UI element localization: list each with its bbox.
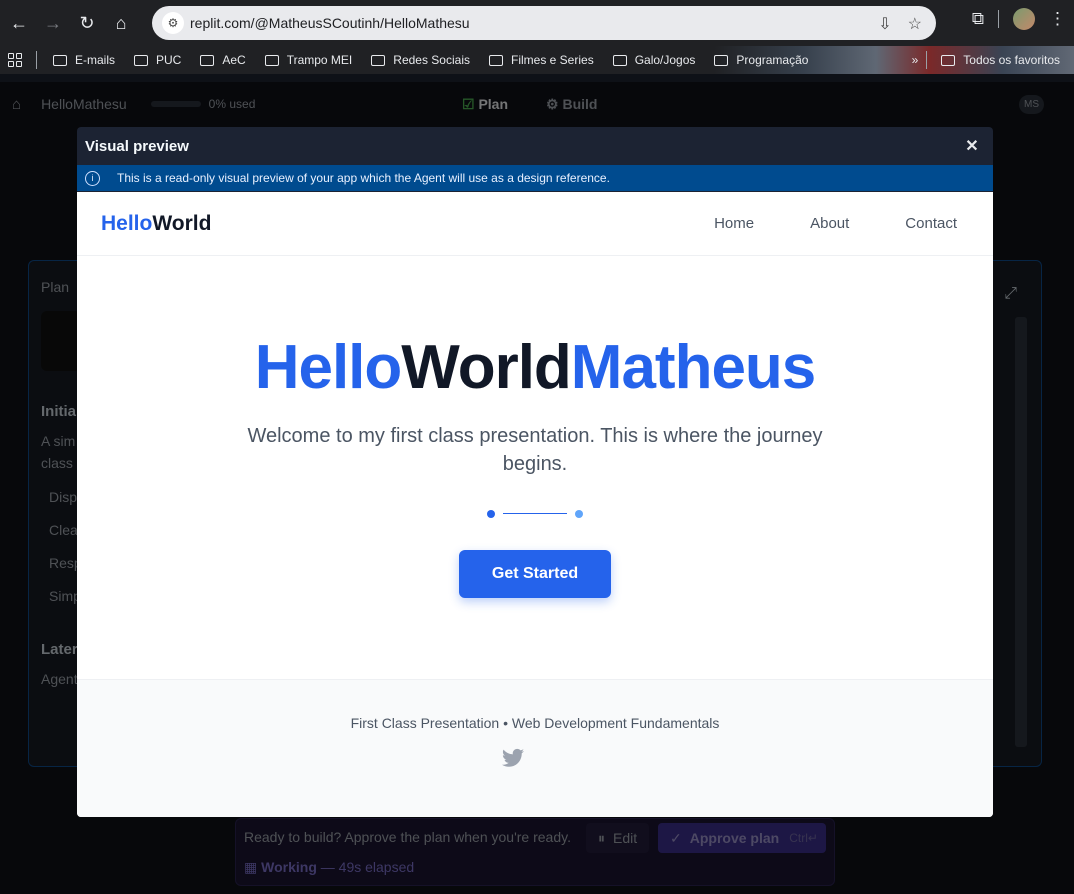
- folder-icon: [264, 54, 279, 66]
- bookmark-emails[interactable]: E-mails: [53, 53, 115, 67]
- bookmarks-divider: [926, 51, 928, 69]
- modal-header: Visual preview ✕: [77, 127, 993, 165]
- site-footer: First Class Presentation • Web Developme…: [77, 679, 993, 817]
- get-started-button[interactable]: Get Started: [459, 550, 611, 598]
- url-text[interactable]: replit.com/@MatheusSCoutinh/HelloMathesu: [190, 15, 470, 31]
- hero-subtitle: Welcome to my first class presentation. …: [247, 425, 823, 475]
- home-icon[interactable]: ⌂: [106, 8, 136, 38]
- nav-about-link[interactable]: About: [810, 215, 849, 232]
- visual-preview-modal: Visual preview ✕ i This is a read-only v…: [77, 127, 993, 817]
- install-app-icon[interactable]: ⇩: [878, 14, 891, 34]
- site-navbar: HelloWorld Home About Contact: [77, 192, 993, 256]
- site-settings-icon[interactable]: ⚙: [162, 12, 184, 34]
- close-icon[interactable]: ✕: [963, 137, 981, 155]
- modal-title: Visual preview: [85, 137, 189, 155]
- bookmark-trampo-mei[interactable]: Trampo MEI: [264, 53, 352, 67]
- profile-avatar[interactable]: [1013, 8, 1035, 30]
- info-icon: i: [85, 170, 100, 186]
- folder-icon: [53, 54, 67, 66]
- extensions-icon[interactable]: ⧉: [972, 9, 984, 29]
- info-banner: i This is a read-only visual preview of …: [77, 165, 993, 191]
- site-nav-links: Home About Contact: [714, 215, 957, 232]
- browser-toolbar: ← → ↻ ⌂ ⚙ replit.com/@MatheusSCoutinh/He…: [0, 0, 1074, 46]
- more-bookmarks-icon[interactable]: »: [912, 53, 919, 67]
- reload-icon[interactable]: ↻: [72, 8, 102, 38]
- folder-icon: [371, 54, 386, 66]
- apps-grid-icon[interactable]: [8, 53, 22, 67]
- divider-dot-right: [575, 510, 583, 518]
- menu-kebab-icon[interactable]: ⋮: [1049, 9, 1066, 29]
- footer-text: First Class Presentation • Web Developme…: [350, 715, 720, 731]
- folder-icon: [134, 54, 149, 66]
- folder-icon: [200, 54, 215, 66]
- bookmark-all-favorites[interactable]: Todos os favoritos: [926, 51, 1060, 69]
- bookmark-star-icon[interactable]: ☆: [908, 14, 922, 34]
- nav-home-link[interactable]: Home: [714, 215, 754, 232]
- bookmarks-divider: [36, 51, 37, 69]
- bookmark-redes-sociais[interactable]: Redes Sociais: [371, 53, 470, 67]
- folder-icon: [941, 54, 956, 66]
- bookmark-filmes-series[interactable]: Filmes e Series: [489, 53, 594, 67]
- folder-icon: [489, 54, 503, 66]
- bookmarks-bar: E-mails PUC AeC Trampo MEI Redes Sociais…: [0, 46, 1074, 74]
- back-icon[interactable]: ←: [4, 8, 34, 38]
- twitter-icon[interactable]: [502, 748, 524, 768]
- address-bar[interactable]: ⚙ replit.com/@MatheusSCoutinh/HelloMathe…: [152, 6, 936, 40]
- folder-icon: [612, 54, 627, 66]
- folder-icon: [714, 54, 729, 66]
- preview-site: HelloWorld Home About Contact HelloWorld…: [77, 192, 993, 817]
- forward-icon[interactable]: →: [38, 8, 68, 38]
- nav-contact-link[interactable]: Contact: [905, 215, 957, 232]
- site-logo[interactable]: HelloWorld: [101, 212, 211, 236]
- divider-line: [503, 513, 567, 514]
- toolbar-divider: [998, 10, 999, 28]
- bookmark-puc[interactable]: PUC: [134, 53, 181, 67]
- bookmark-galo-jogos[interactable]: Galo/Jogos: [612, 53, 695, 67]
- bookmark-aec[interactable]: AeC: [200, 53, 246, 67]
- bookmark-programacao[interactable]: Programação: [714, 53, 808, 67]
- divider-dot-left: [487, 510, 495, 518]
- info-banner-text: This is a read-only visual preview of yo…: [117, 171, 610, 185]
- hero-title: HelloWorldMatheus: [254, 333, 817, 402]
- decorative-divider: [487, 509, 583, 519]
